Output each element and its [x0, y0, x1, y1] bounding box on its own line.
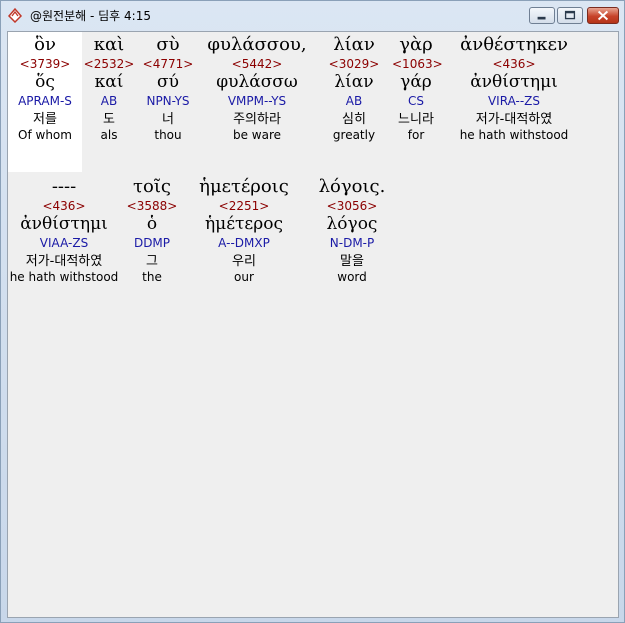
- parsing-code: NPN-YS: [146, 94, 190, 108]
- greek-word: σὺ: [156, 34, 180, 55]
- minimize-button[interactable]: [529, 7, 555, 24]
- korean-gloss: 저가-대적하였: [475, 112, 553, 127]
- lemma: λόγος: [326, 214, 378, 234]
- parsing-code: N-DM-P: [329, 236, 375, 250]
- korean-gloss: 저가-대적하였: [25, 254, 103, 269]
- greek-word: ἀνθέστηκεν: [460, 34, 568, 55]
- strong-number[interactable]: <436>: [440, 57, 588, 72]
- greek-word: φυλάσσου,: [207, 34, 307, 55]
- parsing-code: VIAA-ZS: [39, 236, 89, 250]
- lemma: σύ: [157, 72, 179, 92]
- parsing-code: AB: [345, 94, 363, 108]
- korean-gloss: 주의하라: [233, 112, 281, 127]
- parsing-code: APRAM-S: [18, 94, 72, 108]
- strong-number[interactable]: <1063>: [392, 57, 443, 72]
- strong-number[interactable]: <3056>: [304, 199, 400, 214]
- parsing-code: DDMP: [133, 236, 171, 250]
- greek-word: τοῖς: [133, 176, 171, 197]
- english-gloss: he hath withstood: [459, 128, 569, 142]
- strong-number[interactable]: <4771>: [138, 57, 198, 72]
- strong-number[interactable]: <3739>: [10, 57, 80, 72]
- parsing-code: VIRA--ZS: [487, 94, 541, 108]
- korean-gloss: 너: [162, 112, 174, 127]
- title-bar[interactable]: @원전분해 - 딤후 4:15: [1, 1, 624, 29]
- analysis-panel: ὃν <3739> ὅς APRAM-S 저를 Of whom καὶ <253…: [7, 31, 619, 618]
- korean-gloss: 말을: [340, 254, 364, 269]
- korean-gloss: 느니라: [398, 112, 434, 127]
- english-gloss: thou: [154, 128, 182, 142]
- word-column[interactable]: τοῖς <3588> ὁ DDMP 그 the: [120, 176, 184, 285]
- word-column[interactable]: ---- <436> ἀνθίστημι VIAA-ZS 저가-대적하였 he …: [8, 176, 120, 285]
- english-gloss: for: [407, 128, 425, 142]
- strong-number[interactable]: <2251>: [184, 199, 304, 214]
- lemma: ἀνθίστημι: [470, 72, 558, 92]
- strong-number[interactable]: <3029>: [316, 57, 392, 72]
- word-column[interactable]: ἀνθέστηκεν <436> ἀνθίστημι VIRA--ZS 저가-대…: [440, 34, 588, 143]
- korean-gloss: 저를: [33, 112, 57, 127]
- korean-gloss: 심히: [342, 112, 366, 127]
- english-gloss: our: [234, 270, 254, 284]
- strong-number[interactable]: <5442>: [198, 57, 316, 72]
- greek-word: ----: [51, 176, 77, 197]
- strong-number[interactable]: <3588>: [120, 199, 184, 214]
- korean-gloss: 우리: [232, 254, 256, 269]
- close-button[interactable]: [587, 7, 619, 24]
- maximize-button[interactable]: [557, 7, 583, 24]
- greek-word: γὰρ: [399, 34, 433, 55]
- english-gloss: word: [337, 270, 367, 284]
- lemma: φυλάσσω: [216, 72, 298, 92]
- lemma: ἡμέτερος: [204, 214, 283, 234]
- korean-gloss: 도: [103, 112, 115, 127]
- english-gloss: the: [142, 270, 162, 284]
- parsing-code: A--DMXP: [218, 236, 270, 250]
- lemma: λίαν: [334, 72, 374, 92]
- korean-gloss: 그: [146, 254, 158, 269]
- strong-number[interactable]: <436>: [8, 199, 120, 214]
- greek-word: λόγοις.: [318, 176, 386, 197]
- parsing-code: AB: [100, 94, 118, 108]
- lemma: καί: [94, 72, 124, 92]
- english-gloss: be ware: [232, 128, 282, 142]
- parsing-code: CS: [408, 94, 424, 108]
- greek-word: καὶ: [93, 34, 125, 55]
- word-column[interactable]: ἡμετέροις <2251> ἡμέτερος A--DMXP 우리 our: [184, 176, 304, 285]
- word-column[interactable]: καὶ <2532> καί AB 도 als: [80, 34, 138, 143]
- lemma: ἀνθίστημι: [20, 214, 108, 234]
- lemma: γάρ: [400, 72, 432, 92]
- lemma: ὁ: [146, 214, 158, 234]
- word-column[interactable]: σὺ <4771> σύ NPN-YS 너 thou: [138, 34, 198, 143]
- app-window: @원전분해 - 딤후 4:15 ὃν <3739> ὅς APRAM-S 저를 …: [0, 0, 625, 623]
- minimize-icon: [537, 16, 546, 20]
- word-column[interactable]: λόγοις. <3056> λόγος N-DM-P 말을 word: [304, 176, 400, 285]
- english-gloss: als: [100, 128, 118, 142]
- greek-word: ἡμετέροις: [199, 176, 289, 197]
- english-gloss: he hath withstood: [9, 270, 119, 284]
- english-gloss: greatly: [332, 128, 376, 142]
- greek-word: λίαν: [333, 34, 375, 55]
- word-column[interactable]: φυλάσσου, <5442> φυλάσσω VMPM--YS 주의하라 b…: [198, 34, 316, 143]
- word-column[interactable]: γὰρ <1063> γάρ CS 느니라 for: [392, 34, 443, 143]
- window-title: @원전분해 - 딤후 4:15: [30, 9, 151, 23]
- english-gloss: Of whom: [18, 128, 72, 142]
- close-icon: [597, 10, 609, 21]
- word-column[interactable]: ὃν <3739> ὅς APRAM-S 저를 Of whom: [10, 34, 80, 143]
- maximize-icon: [564, 10, 576, 20]
- greek-word: ὃν: [34, 34, 56, 55]
- strong-number[interactable]: <2532>: [80, 57, 138, 72]
- lemma: ὅς: [35, 72, 55, 92]
- word-column[interactable]: λίαν <3029> λίαν AB 심히 greatly: [316, 34, 392, 143]
- app-icon: [7, 7, 23, 24]
- parsing-code: VMPM--YS: [227, 94, 287, 108]
